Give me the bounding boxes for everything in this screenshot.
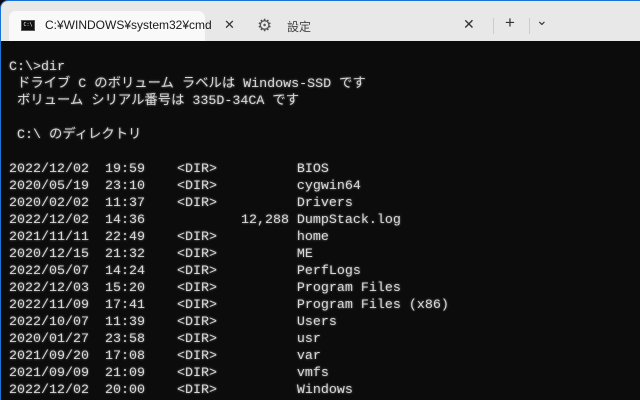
terminal-line: 2020/05/19 23:10 <DIR> cygwin64 [9, 179, 361, 194]
terminal-line: 2021/11/11 22:49 <DIR> home [9, 230, 329, 245]
new-tab-button[interactable]: + [505, 13, 515, 33]
terminal-line: 2021/09/20 17:08 <DIR> var [9, 349, 321, 364]
terminal-text: C:\>dir ドライブ C のボリューム ラベルは Windows-SSD で… [9, 59, 449, 399]
tab-bar: C:\ C:¥WINDOWS¥system32¥cmd ✕ ⚙ 設定 ✕ + ⌄ [1, 1, 640, 41]
tab-title: 設定 [287, 20, 312, 34]
terminal-line: 2022/11/09 17:41 <DIR> Program Files (x8… [9, 298, 449, 313]
divider [529, 18, 530, 34]
terminal-line: 2022/12/02 14:36 12,288 DumpStack.log [9, 213, 401, 228]
terminal-line: 2022/12/02 19:59 <DIR> BIOS [9, 162, 329, 177]
cmd-icon: C:\ [21, 20, 35, 31]
terminal-line: 2020/01/27 23:58 <DIR> usr [9, 332, 321, 347]
gear-icon: ⚙ [257, 16, 273, 35]
terminal-line: 2022/12/02 20:00 <DIR> Windows [9, 383, 353, 398]
close-settings-tab-icon[interactable]: ✕ [463, 16, 475, 33]
terminal-line: 2021/09/09 21:09 <DIR> vmfs [9, 366, 329, 381]
terminal-line: C:\ のディレクトリ [9, 128, 142, 143]
terminal-window: C:\ C:¥WINDOWS¥system32¥cmd ✕ ⚙ 設定 ✕ + ⌄… [0, 0, 640, 400]
terminal-line: ボリューム シリアル番号は 335D-34CA です [9, 94, 300, 109]
divider [493, 18, 494, 34]
tab-cmd[interactable]: C:\ C:¥WINDOWS¥system32¥cmd ✕ [9, 11, 235, 41]
terminal-line: C:\>dir [9, 60, 65, 75]
terminal-line: 2020/12/15 21:32 <DIR> ME [9, 247, 313, 262]
terminal-line: 2022/10/07 11:39 <DIR> Users [9, 315, 337, 330]
terminal-line: 2022/05/07 14:24 <DIR> PerfLogs [9, 264, 361, 279]
tab-title: C:¥WINDOWS¥system32¥cmd [45, 18, 212, 32]
terminal-output[interactable]: C:\>dir ドライブ C のボリューム ラベルは Windows-SSD で… [1, 41, 640, 400]
terminal-line: ドライブ C のボリューム ラベルは Windows-SSD です [9, 77, 366, 92]
chevron-down-icon[interactable]: ⌄ [536, 12, 548, 29]
terminal-line: 2022/12/03 15:20 <DIR> Program Files [9, 281, 401, 296]
close-tab-icon[interactable]: ✕ [224, 17, 235, 33]
terminal-line: 2020/02/02 11:37 <DIR> Drivers [9, 196, 353, 211]
